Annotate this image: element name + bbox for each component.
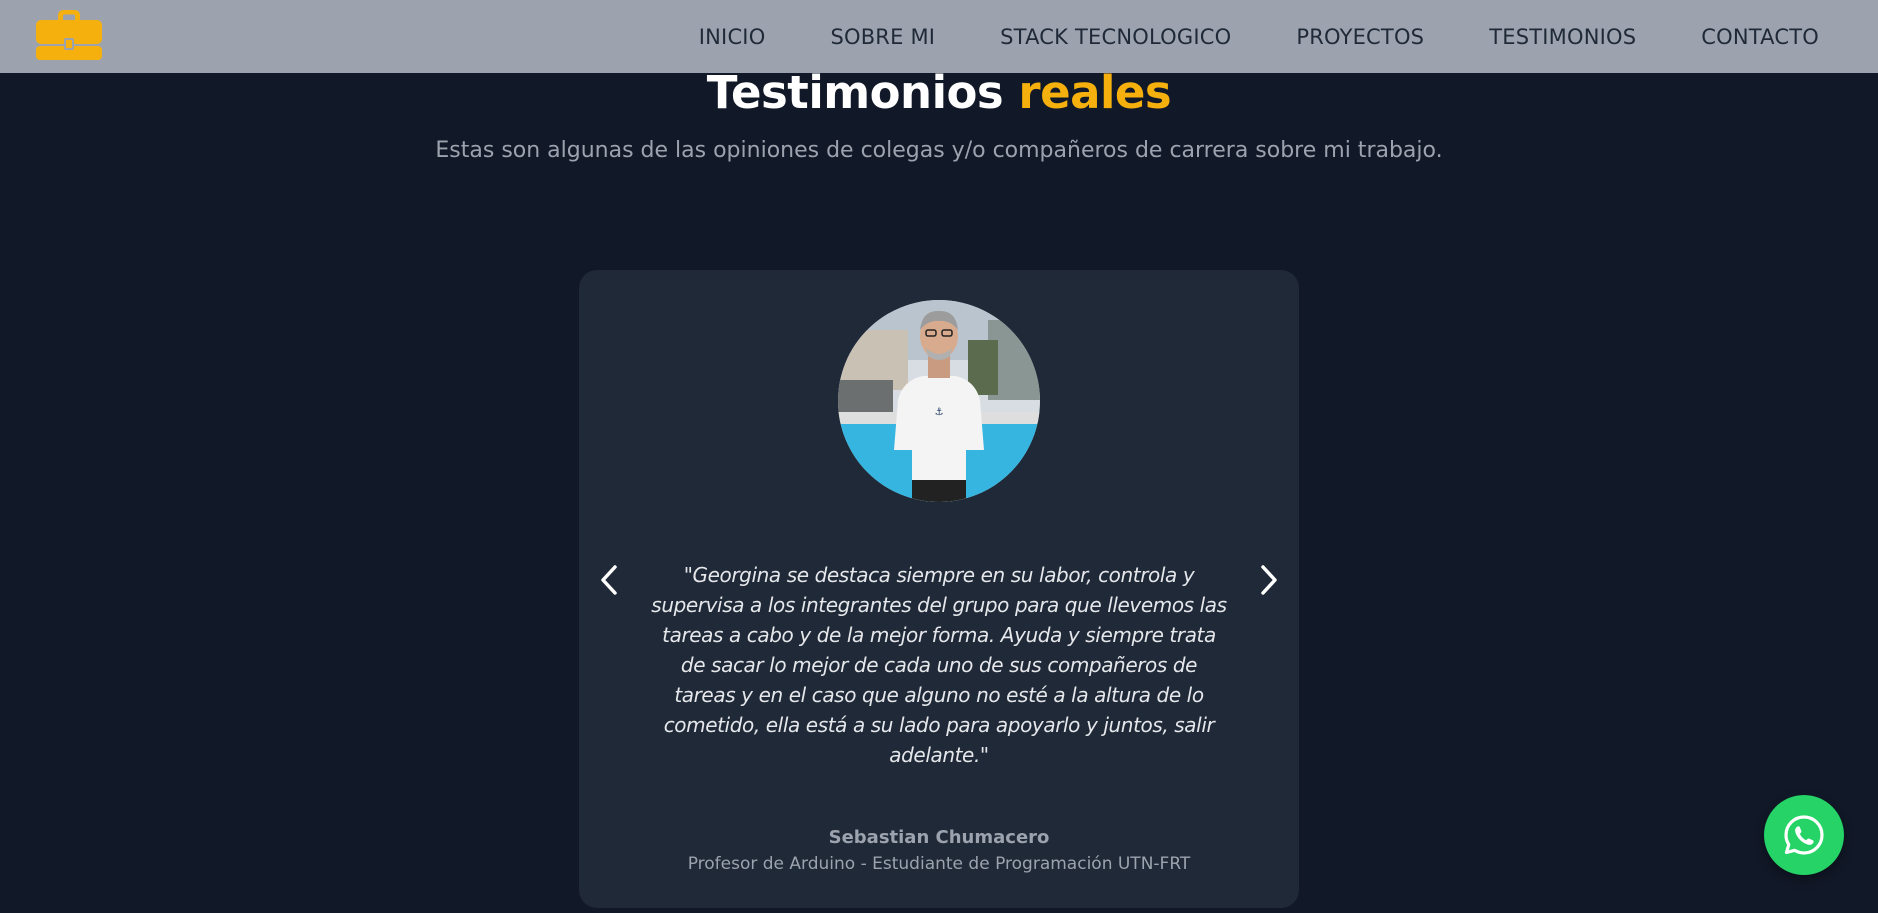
- nav-link-contacto[interactable]: CONTACTO: [1701, 25, 1819, 49]
- testimonial-card: ⚓ "Georgina se destaca siempre en su lab…: [579, 270, 1299, 908]
- svg-text:⚓: ⚓: [935, 407, 944, 418]
- nav-link-proyectos[interactable]: PROYECTOS: [1296, 25, 1424, 49]
- nav-link-sobre-mi[interactable]: SOBRE MI: [830, 25, 935, 49]
- navbar: INICIO SOBRE MI STACK TECNOLOGICO PROYEC…: [0, 0, 1878, 73]
- nav-menu: INICIO SOBRE MI STACK TECNOLOGICO PROYEC…: [699, 0, 1819, 73]
- chevron-left-icon[interactable]: [589, 560, 629, 600]
- section-subtitle: Estas son algunas de las opiniones de co…: [435, 138, 1443, 163]
- section-title-accent: reales: [1018, 66, 1172, 119]
- nav-link-inicio[interactable]: INICIO: [699, 25, 766, 49]
- section-title: Testimonios reales: [0, 66, 1878, 119]
- briefcase-icon[interactable]: [34, 8, 104, 60]
- whatsapp-button[interactable]: [1764, 795, 1844, 875]
- testimonial-author-name: Sebastian Chumacero: [828, 827, 1050, 848]
- nav-link-testimonios[interactable]: TESTIMONIOS: [1489, 25, 1636, 49]
- testimonial-quote: "Georgina se destaca siempre en su labor…: [651, 563, 1227, 767]
- testimonial-author-role: Profesor de Arduino - Estudiante de Prog…: [687, 854, 1191, 874]
- section-title-main: Testimonios: [706, 66, 1004, 119]
- nav-link-stack-tecnologico[interactable]: STACK TECNOLOGICO: [1000, 25, 1231, 49]
- chevron-right-icon[interactable]: [1249, 560, 1289, 600]
- whatsapp-icon: [1784, 815, 1824, 855]
- avatar: ⚓: [838, 300, 1040, 502]
